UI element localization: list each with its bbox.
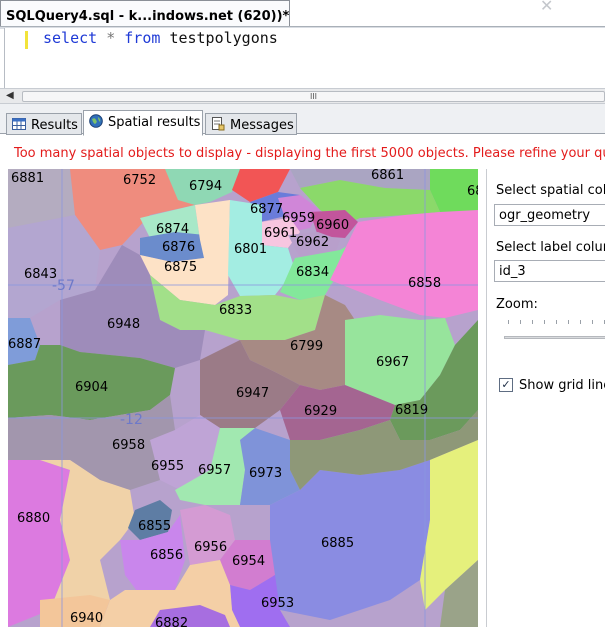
map-label: 6958	[112, 438, 145, 453]
map-label: 6833	[219, 303, 252, 318]
tab-messages[interactable]: Messages	[205, 113, 297, 135]
tab-spatial-results[interactable]: Spatial results	[83, 110, 203, 136]
scroll-thumb[interactable]: III	[22, 91, 605, 102]
horizontal-scrollbar[interactable]: ◀ III	[0, 88, 605, 104]
globe-icon	[89, 114, 103, 128]
map-label: 6904	[75, 380, 108, 395]
map-label: 6874	[156, 222, 189, 237]
grid-label-lon: -12	[120, 412, 143, 428]
map-label: 6961	[264, 226, 297, 241]
scroll-grip-lines: III	[309, 92, 318, 101]
map-label: 6856	[150, 548, 183, 563]
map-label: 6819	[395, 403, 428, 418]
zoom-ticks	[508, 320, 605, 324]
spatial-options-panel: Select spatial colu ogr_geometry Select …	[486, 169, 605, 627]
map-label: 6954	[232, 554, 265, 569]
spatial-map-view[interactable]: -57 -12 6881 6752 6794 6861 6874 6877 69…	[8, 169, 478, 627]
map-label: 6885	[321, 536, 354, 551]
grid-icon	[12, 117, 26, 131]
tab-results-label: Results	[31, 118, 78, 133]
map-label: 6957	[198, 463, 231, 478]
map-label: 6953	[261, 596, 294, 611]
map-label: 6962	[296, 235, 329, 250]
map-label: 6887	[8, 337, 41, 352]
spatial-column-select[interactable]: ogr_geometry	[494, 204, 605, 226]
label-column-value: id_3	[499, 264, 526, 279]
map-label: 6875	[164, 260, 197, 275]
map-label: 6959	[282, 211, 315, 226]
map-label: 6967	[376, 355, 409, 370]
map-label: 6880	[17, 511, 50, 526]
check-icon: ✓	[501, 378, 511, 391]
map-label: 6929	[304, 404, 337, 419]
map-label: 6877	[250, 202, 283, 217]
tab-messages-label: Messages	[230, 118, 294, 133]
show-grid-label: Show grid line	[519, 378, 605, 393]
map-label: 6876	[162, 240, 195, 255]
map-label: 6834	[296, 265, 329, 280]
show-grid-checkbox[interactable]: ✓	[499, 378, 513, 392]
keyword-from: from	[124, 29, 161, 47]
zoom-label: Zoom:	[496, 297, 538, 312]
document-tab-title: SQLQuery4.sql - k...indows.net (620))*	[6, 9, 290, 24]
map-label: 6881	[11, 171, 44, 186]
map-label: 6955	[151, 459, 184, 474]
map-label: 6794	[189, 179, 222, 194]
scroll-left-icon[interactable]: ◀	[6, 90, 14, 101]
label-column-select[interactable]: id_3	[494, 260, 605, 282]
table-name: testpolygons	[169, 29, 278, 47]
map-label: 6799	[290, 339, 323, 354]
map-label: 6960	[316, 218, 349, 233]
document-tab[interactable]: SQLQuery4.sql - k...indows.net (620))*	[0, 0, 290, 28]
map-label: 6858	[408, 276, 441, 291]
map-label: 6752	[123, 173, 156, 188]
map-label: 6801	[234, 242, 267, 257]
keyword-select: select	[43, 29, 98, 47]
zoom-slider[interactable]	[504, 336, 605, 339]
map-label: 6843	[24, 267, 57, 282]
map-label: 6940	[70, 611, 103, 626]
messages-icon	[211, 117, 225, 131]
spatial-column-value: ogr_geometry	[499, 208, 591, 223]
label-column-label: Select label colum	[496, 240, 605, 255]
too-many-objects-warning: Too many spatial objects to display - di…	[14, 146, 605, 161]
map-label: 6947	[236, 386, 269, 401]
tab-results[interactable]: Results	[6, 113, 82, 135]
star-operator: *	[106, 29, 116, 47]
map-label: 6861	[371, 169, 404, 183]
query-text[interactable]: select * from testpolygons	[43, 29, 278, 47]
spatial-column-label: Select spatial colu	[496, 183, 605, 198]
map-label: 6973	[249, 466, 282, 481]
results-tabstrip: Results Spatial results Messages	[0, 104, 605, 136]
map-label: 68	[467, 184, 478, 199]
changed-line-marker	[25, 31, 28, 49]
close-tab-icon[interactable]: ✕	[540, 0, 553, 15]
map-label: 6948	[107, 317, 140, 332]
map-label: 6956	[194, 540, 227, 555]
map-label: 6882	[155, 616, 188, 627]
tab-spatial-results-label: Spatial results	[108, 115, 201, 130]
query-editor[interactable]: select * from testpolygons	[4, 28, 605, 88]
map-label: 6855	[138, 519, 171, 534]
